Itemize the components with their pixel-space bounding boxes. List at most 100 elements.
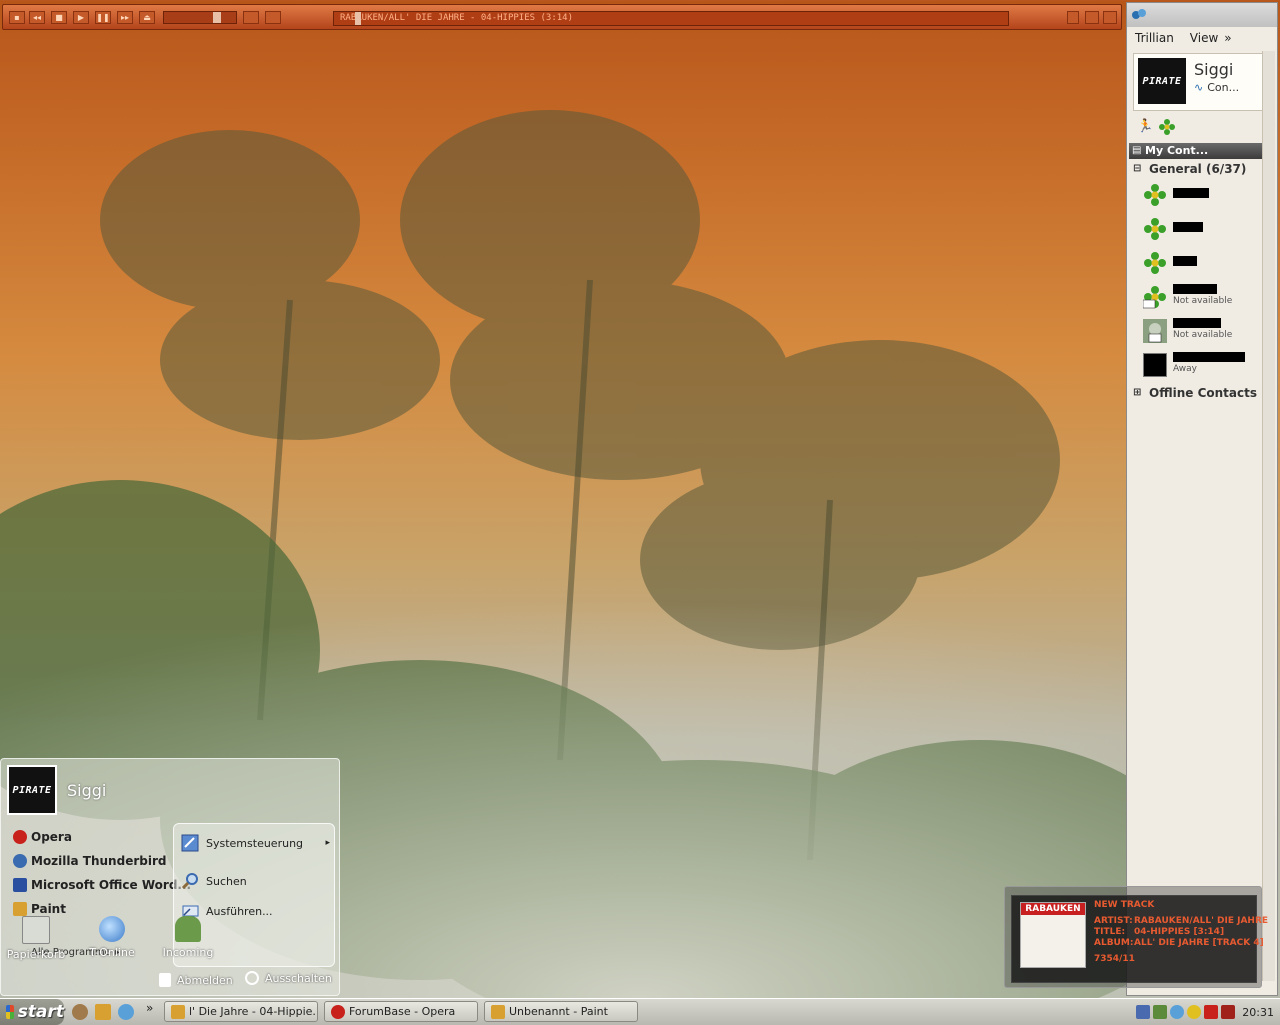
antivirus-icon[interactable] [1153,1005,1168,1019]
profile-status-label: Con... [1207,81,1240,94]
menu-icon[interactable]: ▪ [9,11,25,24]
title-label: TITLE: [1094,927,1126,937]
globe-icon [99,916,125,942]
task-label: l' Die Jahre - 04-Hippie... [189,1005,318,1018]
volume-knob[interactable] [213,12,221,23]
logoff-button[interactable]: Abmelden [159,973,233,987]
play-icon[interactable]: ▶ [73,11,89,24]
contact-status: Not available [1173,330,1233,340]
window-icon[interactable] [1085,11,1099,24]
desktop-icon-recycle-bin[interactable]: Papierkorb [6,916,66,961]
contact-item[interactable]: Not available [1141,315,1277,349]
messenger-icon[interactable] [1187,1005,1202,1019]
menu-trillian[interactable]: Trillian [1135,31,1174,45]
menu-view[interactable]: View [1190,31,1218,45]
group-general[interactable]: ⊟ General (6/37) [1127,159,1277,179]
desktop-icon-incoming[interactable]: Incoming [158,916,218,959]
previous-icon[interactable]: ◂◂ [29,11,45,24]
trillian-icon [1132,9,1146,19]
eject-icon[interactable]: ⏏ [139,11,155,24]
icq-flower-icon[interactable] [1159,119,1175,135]
volume-icon[interactable] [1221,1005,1236,1019]
contact-item[interactable] [1141,213,1277,247]
winamp-player: ▪ ◂◂ ■ ▶ ❚❚ ▸▸ ⏏ RABAUKEN/ALL' DIE JAHRE… [2,4,1122,30]
trillian-window: Trillian View » PIRATE Siggi ∿ Con... 🏃 … [1126,2,1278,996]
menu-item-suchen[interactable]: Suchen [180,870,247,892]
start-menu-username: Siggi [67,781,107,800]
task-opera[interactable]: ForumBase - Opera [324,1001,478,1022]
shuffle-icon[interactable] [243,11,259,24]
task-paint[interactable]: Unbenannt - Paint [484,1001,638,1022]
contact-name-redacted [1173,352,1245,362]
repeat-icon[interactable] [265,11,281,24]
contact-item[interactable]: Away [1141,349,1277,383]
trillian-tray-icon[interactable] [1170,1005,1185,1019]
start-label: start [17,1002,64,1022]
close-icon[interactable] [1103,11,1117,24]
user-avatar: PIRATE [7,765,57,815]
contact-name-redacted [1173,256,1197,266]
shutdown-label: Ausschalten [265,971,332,985]
menu-item-opera[interactable]: Opera [13,827,72,847]
profile-name: Siggi [1194,60,1234,79]
pause-icon[interactable]: ❚❚ [95,11,111,24]
shutdown-button[interactable]: Ausschalten [245,971,332,985]
paint-icon [13,902,27,916]
contact-item[interactable] [1141,247,1277,281]
minimize-icon[interactable] [1067,11,1079,24]
power-icon [245,971,259,985]
album-label: ALBUM: [1094,938,1134,948]
expand-icon[interactable]: ⊞ [1133,383,1141,403]
contacts-header[interactable]: ▤ My Cont... [1129,143,1275,159]
trillian-menubar: Trillian View » [1127,27,1277,49]
start-button[interactable]: start [0,999,64,1025]
trillian-toolbar: 🏃 [1127,115,1277,139]
volume-slider[interactable] [163,11,237,24]
list-icon: ▤ [1132,145,1142,156]
contact-item[interactable]: Not available [1141,281,1277,315]
album-cover-title: RABAUKEN [1021,903,1085,915]
desktop-icon-label: Papierkorb [6,948,66,961]
network-icon[interactable] [1136,1005,1151,1019]
task-label: ForumBase - Opera [349,1005,456,1018]
menu-item-systemsteuerung[interactable]: Systemsteuerung ▸ [180,832,330,854]
recycle-bin-icon [22,916,50,944]
notification-body[interactable]: RABAUKEN NEW TRACK ARTIST: RABAUKEN/ALL'… [1011,895,1268,983]
quicklaunch-more[interactable]: » [146,1001,153,1015]
contact-item[interactable] [1141,179,1277,213]
opera-tray-icon[interactable] [1204,1005,1219,1019]
seek-handle[interactable] [355,12,361,25]
profile-status[interactable]: ∿ Con... [1194,81,1239,94]
quicklaunch-trillian-icon[interactable] [118,1004,134,1020]
artist-value: RABAUKEN/ALL' DIE JAHRE [1134,916,1269,926]
running-man-icon[interactable]: 🏃 [1137,119,1153,134]
contact-scrollbar[interactable] [1262,51,1275,981]
opera-icon [331,1004,345,1019]
quicklaunch-gimp-icon[interactable] [72,1004,88,1020]
contacts-header-label: My Cont... [1145,144,1209,157]
menu-item-label: Opera [31,830,72,844]
taskbar: start » l' Die Jahre - 04-Hippie... Foru… [0,998,1280,1025]
quicklaunch-winamp-icon[interactable] [95,1004,111,1020]
album-cover: RABAUKEN [1020,902,1086,968]
system-tray: 20:31 [1124,999,1280,1025]
artist-label: ARTIST: [1094,916,1133,926]
thunderbird-icon [13,854,27,868]
menu-item-thunderbird[interactable]: Mozilla Thunderbird [13,851,166,871]
group-offline[interactable]: ⊞ Offline Contacts [1127,383,1277,403]
desktop-icon-t-online[interactable]: T-Online [82,916,142,959]
notification-header: NEW TRACK [1094,900,1155,910]
menu-more[interactable]: » [1224,31,1231,45]
menu-item-label: Mozilla Thunderbird [31,854,167,868]
clock: 20:31 [1242,1005,1274,1019]
trillian-titlebar[interactable] [1127,3,1277,27]
menu-item-word[interactable]: Microsoft Office Word... [13,875,191,895]
task-winamp[interactable]: l' Die Jahre - 04-Hippie... [164,1001,318,1022]
stop-icon[interactable]: ■ [51,11,67,24]
profile-panel[interactable]: PIRATE Siggi ∿ Con... [1133,53,1271,111]
collapse-icon[interactable]: ⊟ [1133,159,1141,179]
next-icon[interactable]: ▸▸ [117,11,133,24]
icq-not-available-icon [1143,286,1166,309]
offline-label: Offline Contacts [1149,386,1257,400]
logoff-label: Abmelden [177,973,233,987]
